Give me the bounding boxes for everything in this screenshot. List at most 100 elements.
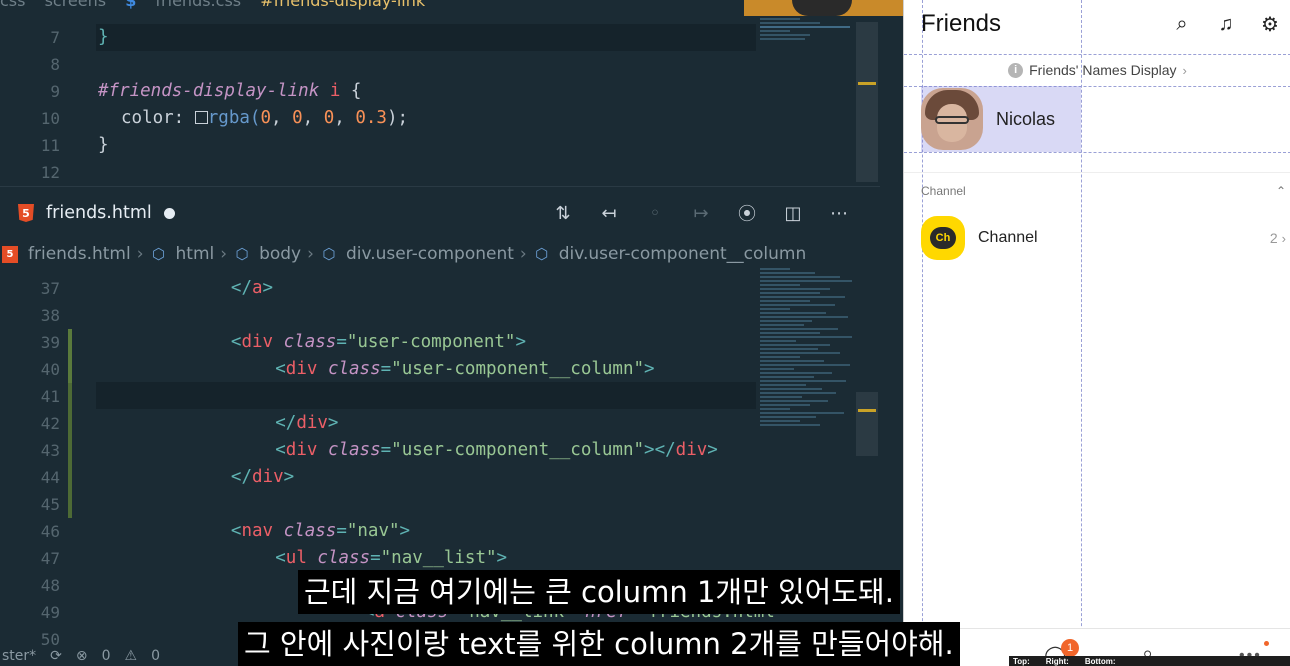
error-icon[interactable]: ⊗ [76,648,88,664]
code-token: class [327,359,381,379]
webcam-person [792,0,852,16]
channel-row[interactable]: Ch Channel 2 › [921,216,1286,260]
line-number: 8 [50,55,60,74]
code-token: "user-component__column" [391,440,645,460]
code-line[interactable]: <ul class="nav__list"> [275,545,507,572]
dev-label: Bottom: [1084,656,1116,666]
code-token: div [285,440,318,460]
line-number: 43 [40,441,60,460]
status-branch[interactable]: ster* [2,648,36,664]
css-scrollbar[interactable] [856,22,878,182]
git-lens-icon[interactable]: ⦿ [734,200,760,226]
next-change-icon[interactable]: ↦ [688,200,714,226]
user-component[interactable]: Nicolas [921,86,1081,152]
split-editor-icon[interactable]: ◫ [780,200,806,226]
code-line[interactable]: <div class="user-component"> [231,329,526,356]
revert-change-icon[interactable]: ◦ [642,200,668,226]
breadcrumb-html[interactable]: html [176,244,215,264]
channel-label: Channel [978,229,1038,246]
code-line[interactable]: #friends-display-link i { [98,78,361,105]
code-token: ></ [644,440,676,460]
line-number: 10 [40,109,60,128]
unsaved-dot-icon[interactable] [163,207,175,219]
line-number: 11 [40,136,60,155]
scrollbar-marker [858,409,876,412]
code-line[interactable]: } [98,132,109,159]
css-editor-pane[interactable]: 7 } 8 9 #friends-display-link i { 10 col… [0,22,880,185]
color-swatch-icon[interactable] [194,111,208,124]
compare-changes-icon[interactable]: ⇅ [550,200,576,226]
code-token: class [317,548,371,568]
git-change-bar [68,383,72,518]
element-cube-icon: ⬡ [322,245,336,263]
code-token: > [327,413,339,433]
channel-section-header: Channel ⌃ [921,182,1286,200]
friends-display-link[interactable]: i Friends' Names Display › [904,58,1290,82]
warning-icon[interactable]: ⚠ [125,648,138,664]
breadcrumb-selector[interactable]: #friends-display-link [260,0,425,10]
code-line[interactable]: <nav class="nav"> [231,518,410,545]
code-line[interactable]: color: rgba(0, 0, 0, 0.3); [121,105,408,132]
breadcrumb-user-component[interactable]: div.user-component [346,244,514,264]
section-title: Channel [921,184,966,198]
previous-change-icon[interactable]: ↤ [596,200,622,226]
line-number: 12 [40,163,60,182]
code-token: div [241,332,274,352]
more-actions-icon[interactable]: ⋯ [826,200,852,226]
code-line[interactable]: } [98,24,109,51]
css-property: color: [121,108,185,128]
chevron-right-icon: › [1281,230,1286,246]
search-icon[interactable]: ⌕ [1171,13,1193,36]
html5-icon: 5 [2,245,18,263]
channel-count: 2 [1269,230,1278,246]
line-number: 41 [40,387,60,406]
code-token: div [252,467,284,487]
music-icon[interactable]: ♫ [1215,13,1237,36]
code-token: = [370,548,381,568]
breadcrumb-body[interactable]: body [259,244,301,264]
code-token: a [252,278,263,298]
line-number: 9 [50,82,60,101]
rgba-arg: 0 [260,108,271,128]
scrollbar-marker [858,82,876,85]
html-scrollbar-thumb[interactable] [856,392,878,456]
code-line[interactable]: </a> [231,275,273,302]
code-line[interactable]: <div class="user-component__column"> [275,356,654,383]
browser-preview: Friends ⌕ ♫ ⚙ i Friends' Names Display ›… [903,0,1290,666]
html-minimap[interactable] [760,268,860,428]
code-token: > [262,278,274,298]
css-minimap[interactable] [760,18,860,42]
breadcrumb-user-component-column[interactable]: div.user-component__column [559,244,807,264]
breadcrumb-screens-folder[interactable]: screens [45,0,107,10]
code-line[interactable]: </div> [231,464,294,491]
code-token: "nav" [346,521,400,541]
breadcrumb-css-file[interactable]: friends.css [155,0,241,10]
code-token: = [336,521,347,541]
gear-icon[interactable]: ⚙ [1259,12,1281,37]
tab-label: friends.html [46,203,152,223]
css-function: rgba( [207,108,261,128]
line-number: 44 [40,468,60,487]
chevron-up-icon[interactable]: ⌃ [1276,184,1286,198]
line-number: 38 [40,306,60,325]
css-end: ); [386,108,409,128]
code-token: "user-component__column" [391,359,645,379]
dev-label: Right: [1045,656,1069,666]
tab-friends-html[interactable]: 5 friends.html [0,187,200,239]
sync-icon[interactable]: ⟳ [50,648,62,664]
css-file-icon: $ [125,0,137,10]
code-token: < [275,548,286,568]
code-token: < [230,332,242,352]
code-token: = [380,359,392,379]
code-token: = [336,332,347,352]
line-number: 40 [40,360,60,379]
line-number: 49 [40,603,60,622]
line-number: 39 [40,333,60,352]
breadcrumb-file[interactable]: friends.html [28,244,131,264]
code-token: div [296,413,328,433]
code-line[interactable]: </div> [275,410,338,437]
code-line[interactable]: <div class="user-component__column"></di… [275,437,718,464]
guide-line [1081,0,1082,666]
breadcrumb-css-folder[interactable]: css [0,0,25,10]
